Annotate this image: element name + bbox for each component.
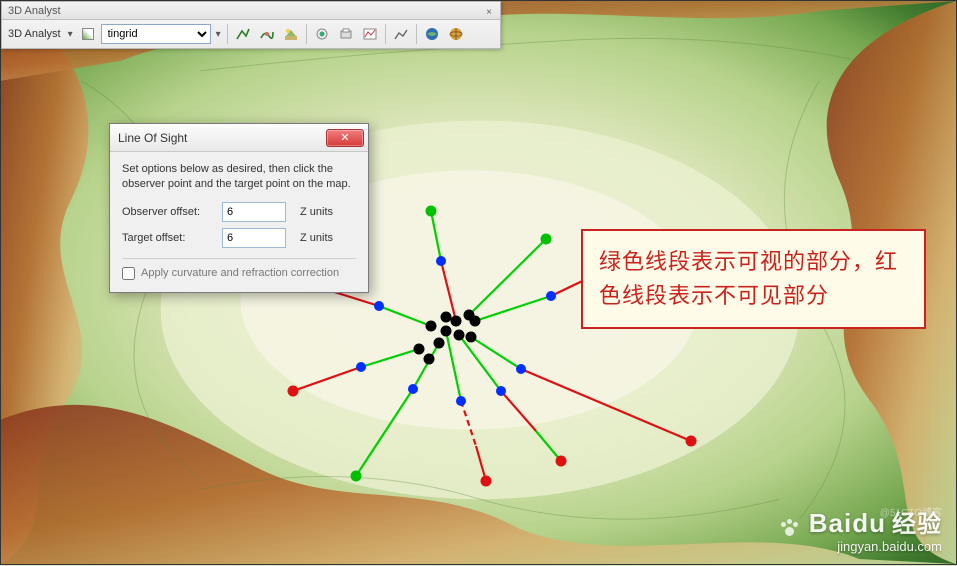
chevron-down-icon[interactable]: ▾ xyxy=(65,29,75,40)
units-label: Z units xyxy=(300,206,333,218)
units-label: Z units xyxy=(300,232,333,244)
curvature-checkbox[interactable] xyxy=(122,267,135,280)
watermark-credit: @51CTO博客 xyxy=(880,504,942,519)
dialog-instruction: Set options below as desired, then click… xyxy=(122,162,356,192)
curvature-checkbox-row[interactable]: Apply curvature and refraction correctio… xyxy=(122,267,356,280)
profile-graph-icon[interactable] xyxy=(359,23,381,45)
chart-icon[interactable] xyxy=(390,23,412,45)
layer-swatch-icon[interactable] xyxy=(77,23,99,45)
watermark-brand-en: Baidu xyxy=(809,508,886,539)
surface-analysis-icon[interactable] xyxy=(256,23,278,45)
annotation-callout: 绿色线段表示可视的部分，红色线段表示不可见部分 xyxy=(581,229,926,329)
observer-offset-label: Observer offset: xyxy=(122,206,214,218)
interpolate-line-icon[interactable] xyxy=(232,23,254,45)
line-of-sight-dialog[interactable]: Line Of Sight ✕ Set options below as des… xyxy=(109,123,369,293)
arcscene-icon[interactable] xyxy=(421,23,443,45)
arcglobe-icon[interactable] xyxy=(445,23,467,45)
paw-icon xyxy=(779,517,801,539)
dialog-titlebar[interactable]: Line Of Sight ✕ xyxy=(110,124,368,152)
annotation-text: 绿色线段表示可视的部分，红色线段表示不可见部分 xyxy=(599,245,908,313)
watermark-url: jingyan.baidu.com xyxy=(779,539,942,554)
3d-analyst-toolbar[interactable]: 3D Analyst × 3D Analyst ▾ tingrid ▾ xyxy=(1,1,501,49)
target-offset-input[interactable] xyxy=(222,228,286,248)
observer-offset-input[interactable] xyxy=(222,202,286,222)
line-of-sight-icon[interactable] xyxy=(280,23,302,45)
print-tool-icon[interactable] xyxy=(335,23,357,45)
point-tool-icon[interactable] xyxy=(311,23,333,45)
dialog-title-text: Line Of Sight xyxy=(118,131,187,145)
toolbar-title[interactable]: 3D Analyst × xyxy=(2,2,500,20)
target-offset-label: Target offset: xyxy=(122,232,214,244)
layer-select[interactable]: tingrid xyxy=(101,24,211,44)
close-button[interactable]: ✕ xyxy=(326,129,364,147)
toolbar-title-text: 3D Analyst xyxy=(8,5,61,17)
chevron-down-icon[interactable]: ▾ xyxy=(213,29,223,40)
curvature-checkbox-label: Apply curvature and refraction correctio… xyxy=(141,267,339,279)
toolbar-menu-label[interactable]: 3D Analyst xyxy=(6,28,63,40)
toolbar-close-icon[interactable]: × xyxy=(482,4,496,18)
